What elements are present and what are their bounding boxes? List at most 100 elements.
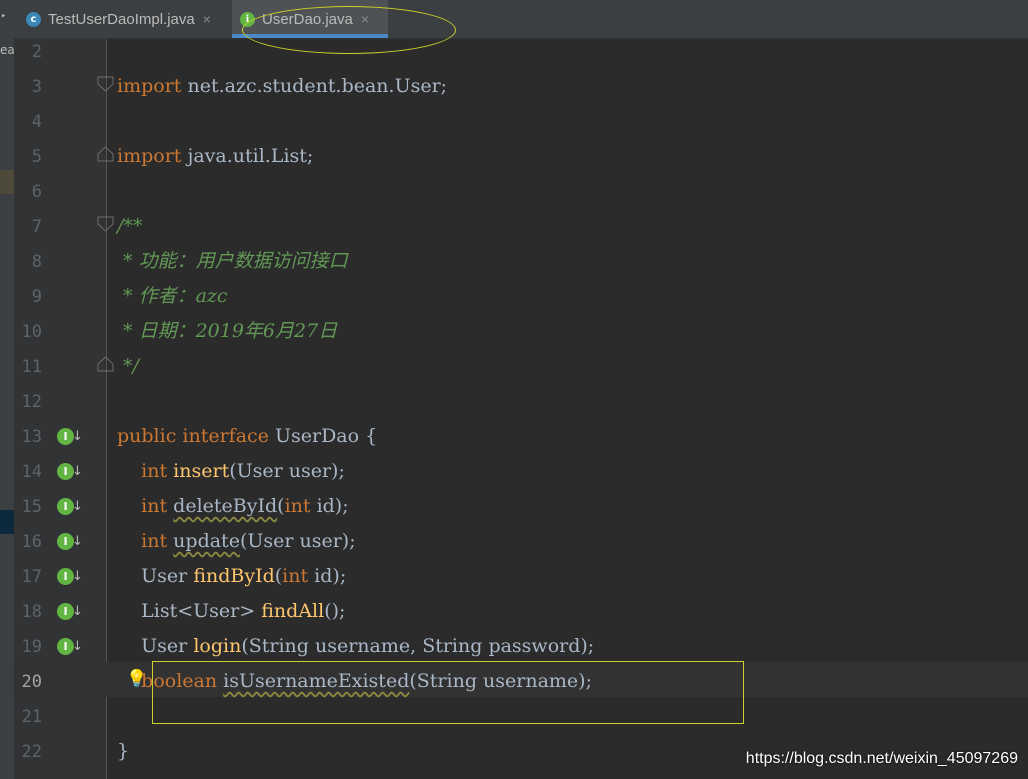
implemented-marker-icon[interactable]: I ↓ [57, 461, 83, 483]
code-line[interactable]: 4 [15, 103, 1028, 138]
fold-icon[interactable] [97, 76, 114, 92]
method-name: login [193, 635, 242, 657]
return-type: int [141, 460, 168, 482]
method-params: (); [324, 600, 346, 622]
code-line[interactable]: 3 import net.azc.student.bean.User; [15, 68, 1028, 103]
code-line[interactable]: 12 [15, 383, 1028, 418]
method-declaration: int deleteById(int id); [117, 495, 349, 517]
import-statement: import java.util.List; [117, 145, 313, 167]
java-interface-icon: i [240, 11, 255, 27]
method-params: id); [310, 495, 349, 517]
line-number: 12 [21, 392, 42, 412]
implemented-marker-icon[interactable]: I ↓ [57, 496, 83, 518]
code-line[interactable]: 13 I ↓ public interface UserDao { [15, 418, 1028, 453]
code-line-current[interactable]: 20 💡 boolean isUsernameExisted(String us… [15, 663, 1028, 698]
method-declaration: boolean isUsernameExisted(String usernam… [117, 670, 592, 692]
line-number: 11 [21, 357, 42, 377]
return-type: List<User> [141, 600, 262, 622]
code-line[interactable]: 5 import java.util.List; [15, 138, 1028, 173]
doc-comment: */ [117, 355, 139, 377]
keyword: import [117, 75, 182, 97]
line-number: 16 [21, 532, 42, 552]
return-type: int [141, 495, 168, 517]
implemented-marker-icon[interactable]: I ↓ [57, 636, 83, 658]
code-line[interactable]: 8 * 功能：用户数据访问接口 [15, 243, 1028, 278]
fold-icon[interactable] [97, 216, 114, 232]
project-panel-text-fragment: ea [0, 43, 15, 57]
implemented-marker-icon[interactable]: I ↓ [57, 426, 83, 448]
return-type: int [141, 530, 168, 552]
return-type: User [141, 635, 194, 657]
import-statement: import net.azc.student.bean.User; [117, 75, 447, 97]
param-type: int [284, 495, 311, 517]
method-params: id); [308, 565, 347, 587]
code-line[interactable]: 10 * 日期：2019年6月27日 [15, 313, 1028, 348]
line-number: 18 [21, 602, 42, 622]
import-path: net.azc.student.bean.User; [181, 75, 448, 97]
close-icon[interactable]: × [361, 11, 369, 27]
implemented-marker-icon[interactable]: I ↓ [57, 566, 83, 588]
line-number: 15 [21, 497, 42, 517]
line-number: 9 [31, 287, 42, 307]
method-params: (User user); [229, 460, 345, 482]
down-arrow-icon: ↓ [72, 499, 83, 514]
code-line[interactable]: 7 /** [15, 208, 1028, 243]
paren: ( [277, 495, 285, 517]
code-line[interactable]: 2 [15, 33, 1028, 68]
line-number: 5 [31, 147, 42, 167]
project-panel-edge: ▸ ea [0, 0, 15, 779]
fold-end-icon[interactable] [97, 146, 114, 162]
line-number: 2 [31, 42, 42, 62]
code-line[interactable]: 6 [15, 173, 1028, 208]
method-declaration: User login(String username, String passw… [117, 635, 594, 657]
watermark: https://blog.csdn.net/weixin_45097269 [745, 750, 1018, 767]
project-panel-highlight [0, 170, 14, 194]
code-line[interactable]: 11 */ [15, 348, 1028, 383]
code-line[interactable]: 19 I ↓ User login(String username, String… [15, 628, 1028, 663]
project-panel-selection [0, 510, 14, 534]
param-type: int [282, 565, 309, 587]
method-declaration: User findById(int id); [117, 565, 346, 587]
line-number: 7 [31, 217, 42, 237]
code-line[interactable]: 21 [15, 698, 1028, 733]
method-declaration: int insert(User user); [117, 460, 345, 482]
code-line[interactable]: 16 I ↓ int update(User user); [15, 523, 1028, 558]
method-params: (User user); [239, 530, 356, 552]
down-arrow-icon: ↓ [72, 639, 83, 654]
line-number: 13 [21, 427, 42, 447]
line-number: 10 [21, 322, 42, 342]
return-type: boolean [141, 670, 218, 692]
collapse-arrow-icon[interactable]: ▸ [1, 11, 6, 21]
code-line[interactable]: 14 I ↓ int insert(User user); [15, 453, 1028, 488]
keyword: import [117, 145, 182, 167]
code-line[interactable]: 17 I ↓ User findById(int id); [15, 558, 1028, 593]
doc-comment: * 日期：2019年6月27日 [117, 320, 338, 342]
code-line[interactable]: 9 * 作者：azc [15, 278, 1028, 313]
line-number: 17 [21, 567, 42, 587]
return-type: User [141, 565, 194, 587]
down-arrow-icon: ↓ [72, 604, 83, 619]
implemented-marker-icon[interactable]: I ↓ [57, 601, 83, 623]
code-line[interactable]: 18 I ↓ List<User> findAll(); [15, 593, 1028, 628]
method-name: findById [193, 565, 275, 587]
implemented-marker-icon[interactable]: I ↓ [57, 531, 83, 553]
line-number: 21 [21, 707, 42, 727]
method-declaration: List<User> findAll(); [117, 600, 345, 622]
java-class-icon: c [26, 11, 41, 27]
method-name: isUsernameExisted [223, 670, 410, 692]
method-name: insert [173, 460, 230, 482]
method-name: update [173, 530, 240, 552]
interface-name: UserDao { [268, 425, 378, 447]
line-number: 14 [21, 462, 42, 482]
line-number: 20 [21, 672, 42, 692]
down-arrow-icon: ↓ [72, 534, 83, 549]
close-icon[interactable]: × [203, 11, 211, 27]
method-params: (String username); [409, 670, 592, 692]
doc-comment: * 作者：azc [117, 285, 228, 307]
fold-end-icon[interactable] [97, 356, 114, 372]
method-declaration: int update(User user); [117, 530, 356, 552]
code-line[interactable]: 15 I ↓ int deleteById(int id); [15, 488, 1028, 523]
code-editor[interactable]: 2 3 import net.azc.student.bean.User; 4 … [15, 33, 1028, 768]
tab-label: UserDao.java [262, 10, 353, 28]
tab-label: TestUserDaoImpl.java [48, 10, 195, 28]
